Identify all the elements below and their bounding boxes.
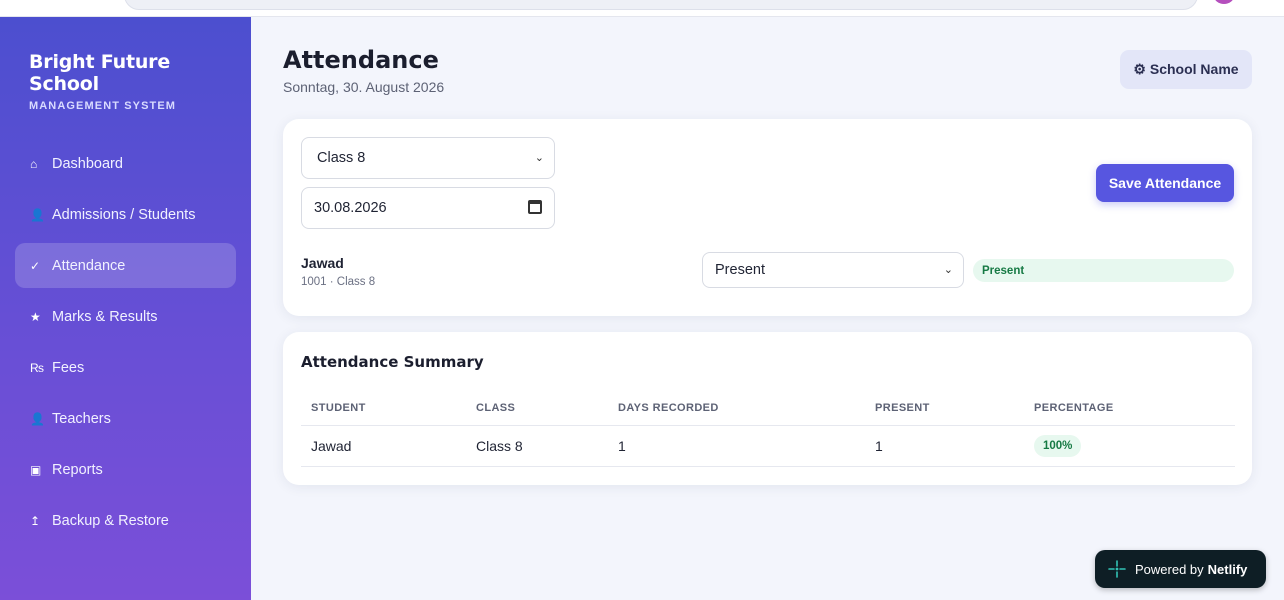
home-icon: ⌂: [30, 156, 38, 171]
status-select-value: Present: [715, 262, 765, 278]
table-row: Jawad Class 8 1 1 100%: [301, 425, 1235, 467]
date-input[interactable]: 30.08.2026: [301, 187, 555, 229]
sidebar-item-label: Fees: [52, 359, 85, 376]
sidebar-item-label: Attendance: [52, 257, 126, 274]
school-name-button[interactable]: ⚙ School Name: [1120, 50, 1252, 89]
sidebar-item-reports[interactable]: ▣ Reports: [15, 447, 236, 492]
brand-title: Bright Future School: [29, 51, 171, 95]
status-badge: Present: [973, 259, 1234, 282]
attendance-status-select[interactable]: Present ⌄: [702, 252, 964, 288]
address-bar[interactable]: [124, 0, 1198, 10]
column-header-present: PRESENT: [865, 392, 1024, 426]
sidebar-item-label: Admissions / Students: [52, 206, 196, 223]
sidebar-item-admissions[interactable]: 👤 Admissions / Students: [15, 192, 236, 237]
summary-table: STUDENT CLASS DAYS RECORDED PRESENT PERC…: [301, 392, 1235, 467]
table-header-row: STUDENT CLASS DAYS RECORDED PRESENT PERC…: [301, 392, 1235, 426]
sidebar-item-backup[interactable]: ↥ Backup & Restore: [15, 498, 236, 543]
upload-icon: ↥: [30, 513, 41, 528]
attendance-form-card: Class 8 ⌄ 30.08.2026 Save Attendance Jaw…: [283, 119, 1252, 316]
sidebar-item-attendance[interactable]: ✓ Attendance: [15, 243, 236, 288]
class-select[interactable]: Class 8 ⌄: [301, 137, 555, 179]
sidebar-item-fees[interactable]: ₨ Fees: [15, 345, 236, 390]
column-header-percentage: PERCENTAGE: [1024, 392, 1235, 426]
netlify-badge[interactable]: Powered by Netlify: [1095, 550, 1266, 588]
report-icon: ▣: [30, 462, 42, 477]
cell-student: Jawad: [301, 425, 466, 467]
cell-days: 1: [608, 425, 865, 467]
chevron-down-icon: ⌄: [943, 264, 953, 276]
calendar-icon[interactable]: [528, 200, 542, 214]
student-meta: 1001 · Class 8: [301, 276, 376, 288]
sidebar-item-teachers[interactable]: 👤 Teachers: [15, 396, 236, 441]
check-icon: ✓: [30, 258, 41, 273]
class-select-value: Class 8: [317, 150, 366, 166]
sidebar-item-label: Dashboard: [52, 155, 123, 172]
cell-class: Class 8: [466, 425, 608, 467]
page-date: Sonntag, 30. August 2026: [283, 79, 445, 95]
profile-avatar[interactable]: [1214, 0, 1234, 4]
sidebar-item-label: Backup & Restore: [52, 512, 169, 529]
sidebar-item-marks[interactable]: ★ Marks & Results: [15, 294, 236, 339]
date-input-value: 30.08.2026: [314, 200, 387, 216]
netlify-logo-icon: [1108, 560, 1126, 578]
netlify-brand: Netlify: [1207, 561, 1248, 577]
star-icon: ★: [30, 309, 41, 324]
sidebar-item-dashboard[interactable]: ⌂ Dashboard: [15, 141, 236, 186]
column-header-student: STUDENT: [301, 392, 466, 426]
sidebar-item-label: Teachers: [52, 410, 111, 427]
page-title: Attendance: [283, 46, 439, 74]
chevron-down-icon: ⌄: [534, 152, 544, 164]
sidebar-item-label: Marks & Results: [52, 308, 158, 325]
column-header-class: CLASS: [466, 392, 608, 426]
brand-subtitle: MANAGEMENT SYSTEM: [29, 100, 177, 112]
sidebar-nav: ⌂ Dashboard 👤 Admissions / Students ✓ At…: [15, 141, 236, 549]
cell-percentage: 100%: [1024, 425, 1235, 467]
netlify-prefix: Powered by: [1135, 561, 1204, 577]
sidebar-item-label: Reports: [52, 461, 103, 478]
student-name: Jawad: [301, 255, 344, 271]
browser-top-strip: [0, 0, 1284, 17]
column-header-days: DAYS RECORDED: [608, 392, 865, 426]
rupee-icon: ₨: [30, 360, 44, 375]
percentage-badge: 100%: [1034, 434, 1082, 457]
summary-title: Attendance Summary: [301, 353, 484, 371]
save-attendance-button[interactable]: Save Attendance: [1096, 164, 1234, 202]
teacher-icon: 👤: [30, 411, 45, 426]
user-icon: 👤: [30, 207, 45, 222]
cell-present: 1: [865, 425, 1024, 467]
sidebar: Bright Future School MANAGEMENT SYSTEM ⌂…: [0, 17, 251, 600]
attendance-summary-card: Attendance Summary STUDENT CLASS DAYS RE…: [283, 332, 1252, 485]
